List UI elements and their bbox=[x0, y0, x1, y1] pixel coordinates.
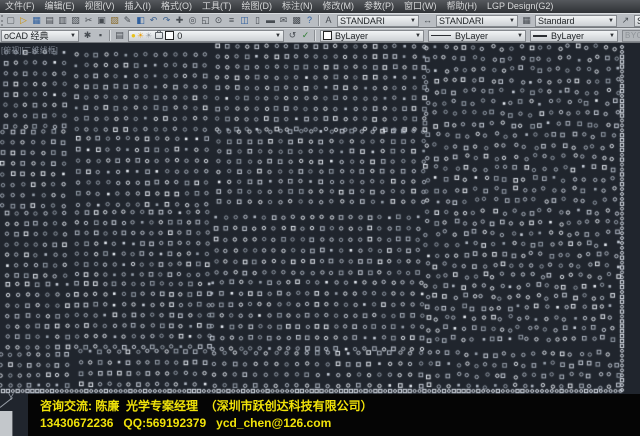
menu-file[interactable]: 文件(F) bbox=[0, 0, 40, 13]
paste-icon[interactable]: ▨ bbox=[108, 14, 121, 27]
tool-palettes-icon[interactable]: ▯ bbox=[251, 14, 264, 27]
workspace-value: oCAD 经典 bbox=[4, 29, 67, 42]
block-editor-icon[interactable]: ◧ bbox=[134, 14, 147, 27]
redo-icon[interactable]: ↷ bbox=[160, 14, 173, 27]
menu-view[interactable]: 视图(V) bbox=[80, 0, 120, 13]
standard-toolbar-icons: ▢▷▦▤▥▧✂▣▨✎◧↶↷✚◎◱⊙≡◫▯▬✉▩? bbox=[4, 14, 316, 27]
table-style-combo[interactable]: Standard▼ bbox=[535, 15, 617, 27]
contact-banner-line1: 咨询交流: 陈廉 光学专案经理 （深圳市跃创达科技有限公司） bbox=[40, 398, 640, 415]
menu-parametric[interactable]: 参数(P) bbox=[359, 0, 399, 13]
text-style-icon: A bbox=[322, 14, 335, 27]
copy-icon[interactable]: ▣ bbox=[95, 14, 108, 27]
plot-preview-icon[interactable]: ▥ bbox=[56, 14, 69, 27]
linetype-control-value: ByLayer bbox=[455, 31, 514, 41]
linetype-control-combo[interactable]: ByLayer ▼ bbox=[428, 30, 526, 42]
text-style-value: STANDARI bbox=[340, 16, 407, 26]
workspace-settings-icon[interactable]: ✱ bbox=[81, 29, 94, 42]
pan-icon[interactable]: ✚ bbox=[173, 14, 186, 27]
menu-lgp-design[interactable]: LGP Design(G2) bbox=[482, 0, 558, 13]
workspace-save-icon[interactable]: ▪ bbox=[94, 29, 107, 42]
menu-tools[interactable]: 工具(T) bbox=[197, 0, 237, 13]
zoom-window-icon[interactable]: ◱ bbox=[199, 14, 212, 27]
make-object-layer-current-icon[interactable]: ↺ bbox=[286, 29, 299, 42]
designcenter-icon[interactable]: ◫ bbox=[238, 14, 251, 27]
sheet-set-manager-icon[interactable]: ▬ bbox=[264, 14, 277, 27]
mleader-style-icon: ↗ bbox=[619, 14, 632, 27]
chevron-down-icon[interactable]: ▼ bbox=[415, 33, 421, 39]
menu-draw[interactable]: 绘图(D) bbox=[237, 0, 278, 13]
toolbar-separator bbox=[109, 30, 111, 41]
menu-insert[interactable]: 插入(I) bbox=[120, 0, 157, 13]
lgp-dot-pattern-canvas[interactable] bbox=[0, 43, 640, 436]
layer-lock-icon[interactable] bbox=[155, 32, 163, 39]
open-icon[interactable]: ▷ bbox=[17, 14, 30, 27]
menu-format[interactable]: 格式(O) bbox=[156, 0, 197, 13]
standard-toolbar: ▢▷▦▤▥▧✂▣▨✎◧↶↷✚◎◱⊙≡◫▯▬✉▩? A STANDARI▼ ↔ S… bbox=[0, 13, 640, 28]
table-style-icon: ▦ bbox=[520, 14, 533, 27]
layer-on-bulb-icon[interactable]: ● bbox=[131, 30, 136, 42]
chevron-down-icon[interactable]: ▼ bbox=[410, 18, 416, 24]
layer-previous-icon[interactable]: ✓ bbox=[299, 29, 312, 42]
chevron-down-icon[interactable]: ▼ bbox=[609, 33, 615, 39]
color-control-combo[interactable]: ByLayer ▼ bbox=[320, 30, 424, 42]
plot-style-control-combo: BYCOLOR ▼ bbox=[622, 30, 640, 42]
dim-style-icon: ↔ bbox=[421, 14, 434, 27]
chevron-down-icon[interactable]: ▼ bbox=[608, 18, 614, 24]
markup-icon[interactable]: ✉ bbox=[277, 14, 290, 27]
autocad-window: 文件(F)编辑(E)视图(V)插入(I)格式(O)工具(T)绘图(D)标注(N)… bbox=[0, 0, 640, 436]
layer-freeze-sun-icon[interactable]: ☀ bbox=[137, 30, 144, 42]
layers-toolbar: oCAD 经典▼ ✱▪ ▤ ● ☀ ☀ 0 ▼ ↺✓ ByLayer ▼ ByL… bbox=[0, 28, 640, 43]
match-properties-icon[interactable]: ✎ bbox=[121, 14, 134, 27]
help-icon[interactable]: ? bbox=[303, 14, 316, 27]
undo-icon[interactable]: ↶ bbox=[147, 14, 160, 27]
ucs-origin-box bbox=[0, 411, 13, 436]
toolbar-grip[interactable] bbox=[1, 15, 3, 26]
layer-tool-icons: ↺✓ bbox=[286, 29, 312, 42]
plot-icon[interactable]: ▤ bbox=[43, 14, 56, 27]
color-control-value: ByLayer bbox=[335, 31, 412, 41]
dim-style-value: STANDARI bbox=[439, 16, 506, 26]
save-icon[interactable]: ▦ bbox=[30, 14, 43, 27]
menu-window[interactable]: 窗口(W) bbox=[399, 0, 442, 13]
chevron-down-icon[interactable]: ▼ bbox=[275, 33, 281, 39]
lineweight-control-value: ByLayer bbox=[551, 31, 606, 41]
chevron-down-icon[interactable]: ▼ bbox=[517, 33, 523, 39]
dim-style-combo[interactable]: STANDARI▼ bbox=[436, 15, 518, 27]
layer-properties-manager-icon[interactable]: ▤ bbox=[113, 29, 126, 42]
cut-icon[interactable]: ✂ bbox=[82, 14, 95, 27]
color-bylayer-swatch bbox=[323, 31, 332, 40]
workspace-combo[interactable]: oCAD 经典▼ bbox=[1, 30, 79, 42]
workspace-icons: ✱▪ bbox=[81, 29, 107, 42]
layer-vp-freeze-sun-icon[interactable]: ☀ bbox=[145, 30, 152, 42]
viewport-controls[interactable]: [俯视][二维线框] bbox=[1, 45, 58, 56]
toolbar-separator bbox=[314, 30, 316, 41]
quickcalc-icon[interactable]: ▩ bbox=[290, 14, 303, 27]
publish-icon[interactable]: ▧ bbox=[69, 14, 82, 27]
text-style-combo[interactable]: STANDARI▼ bbox=[337, 15, 419, 27]
lineweight-control-combo[interactable]: ByLayer ▼ bbox=[530, 30, 618, 42]
menu-help[interactable]: 帮助(H) bbox=[442, 0, 483, 13]
mleader-style-combo[interactable]: Standard▼ bbox=[634, 15, 640, 27]
zoom-realtime-icon[interactable]: ◎ bbox=[186, 14, 199, 27]
menu-dimension[interactable]: 标注(N) bbox=[277, 0, 318, 13]
menu-modify[interactable]: 修改(M) bbox=[318, 0, 360, 13]
contact-banner-line2: 13430672236 QQ:569192379 ycd_chen@126.co… bbox=[40, 415, 640, 432]
layer-color-swatch bbox=[165, 31, 174, 40]
layer-name: 0 bbox=[177, 31, 272, 41]
table-style-value: Standard bbox=[538, 16, 605, 26]
linetype-sample-icon bbox=[431, 35, 451, 36]
menu-edit[interactable]: 编辑(E) bbox=[40, 0, 80, 13]
lineweight-sample-icon bbox=[533, 35, 547, 37]
toolbar-separator bbox=[318, 15, 320, 26]
layer-combo[interactable]: ● ☀ ☀ 0 ▼ bbox=[128, 30, 284, 42]
model-space: [俯视][二维线框] Y 咨询交流: 陈廉 光学专案经理 （深圳市跃创达科技有限… bbox=[0, 43, 640, 436]
zoom-previous-icon[interactable]: ⊙ bbox=[212, 14, 225, 27]
contact-banner: 咨询交流: 陈廉 光学专案经理 （深圳市跃创达科技有限公司） 134306722… bbox=[28, 394, 640, 436]
chevron-down-icon[interactable]: ▼ bbox=[70, 33, 76, 39]
plot-style-value: BYCOLOR bbox=[625, 31, 640, 40]
menu-bar: 文件(F)编辑(E)视图(V)插入(I)格式(O)工具(T)绘图(D)标注(N)… bbox=[0, 0, 640, 13]
chevron-down-icon[interactable]: ▼ bbox=[509, 18, 515, 24]
properties-icon[interactable]: ≡ bbox=[225, 14, 238, 27]
qnew-icon[interactable]: ▢ bbox=[4, 14, 17, 27]
